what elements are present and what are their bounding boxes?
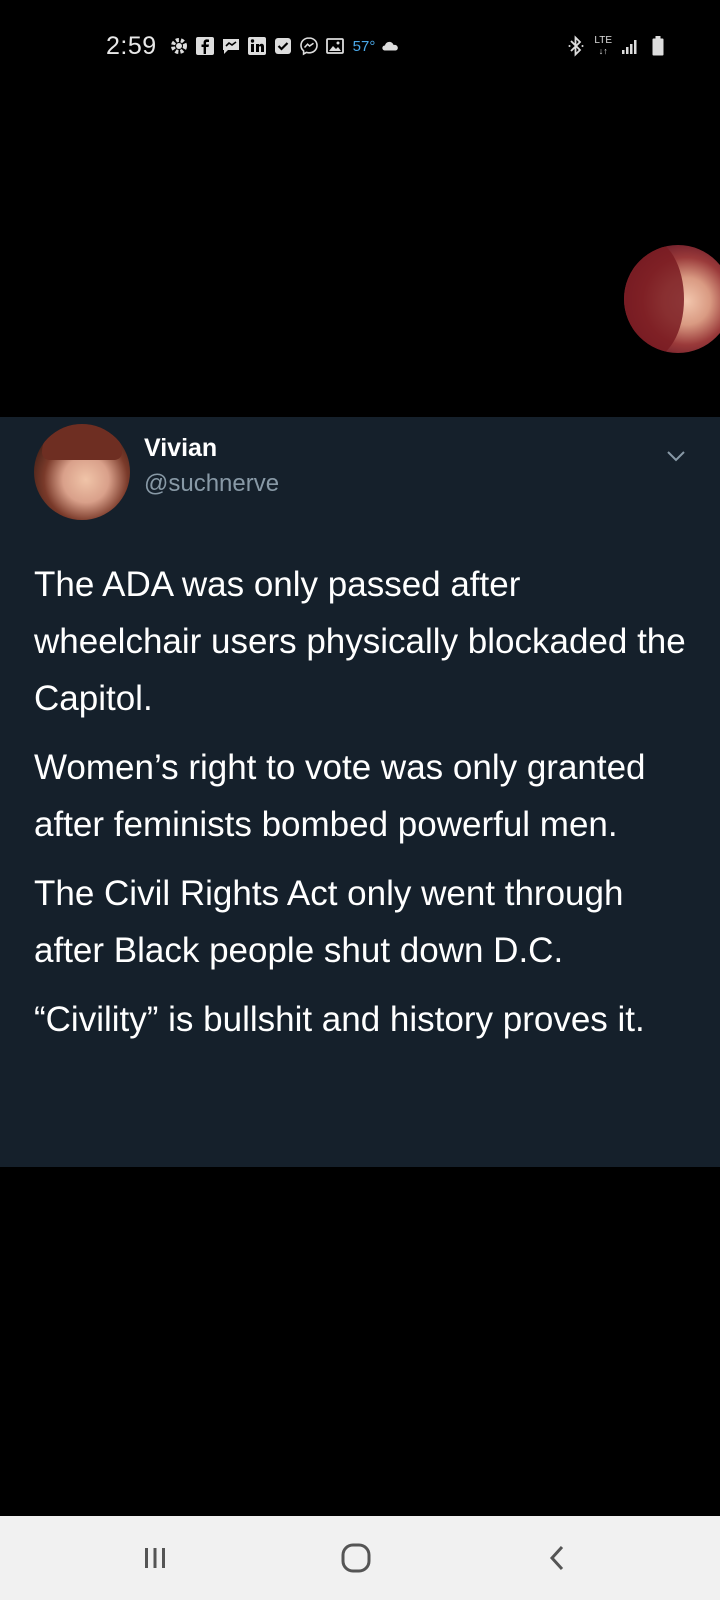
- bluetooth-icon: [566, 35, 586, 57]
- messages-icon: [221, 36, 241, 56]
- signal-icon: [620, 36, 640, 56]
- back-icon: [549, 1545, 564, 1571]
- linkedin-icon: [247, 36, 267, 56]
- avatar-photo: [42, 424, 122, 460]
- status-bar: 2:59 57° LTE ↓↑: [0, 28, 720, 64]
- author-name[interactable]: Vivian: [144, 434, 217, 463]
- checkbox-icon: [273, 36, 293, 56]
- status-bar-left: 2:59 57°: [106, 28, 401, 64]
- recent-apps-button[interactable]: [133, 1536, 177, 1580]
- status-time: 2:59: [106, 31, 157, 60]
- home-button[interactable]: [334, 1536, 378, 1580]
- settings-icon: [169, 36, 189, 56]
- network-type-label: LTE: [594, 34, 612, 46]
- battery-icon: [648, 36, 668, 56]
- messenger-icon: [299, 36, 319, 56]
- author-avatar[interactable]: [34, 424, 130, 520]
- tweet-paragraph: The Civil Rights Act only went through a…: [34, 874, 624, 970]
- tweet-paragraph: “Civility” is bullshit and history prove…: [34, 1000, 645, 1039]
- chevron-down-icon[interactable]: [664, 444, 688, 468]
- network-type: LTE ↓↑: [594, 34, 612, 57]
- recent-apps-icon: [145, 1548, 165, 1568]
- home-icon: [341, 1543, 371, 1573]
- chat-head-photo: [624, 245, 684, 353]
- tweet-text: The ADA was only passed after wheelchair…: [34, 556, 694, 1060]
- navigation-bar: [0, 1516, 720, 1600]
- back-button[interactable]: [536, 1536, 580, 1580]
- chat-head-avatar[interactable]: [624, 245, 720, 353]
- tweet-paragraph: The ADA was only passed after wheelchair…: [34, 565, 686, 718]
- facebook-icon: [195, 36, 215, 56]
- gallery-icon: [325, 36, 345, 56]
- cloud-icon: [381, 36, 401, 56]
- weather-temperature: 57°: [352, 37, 376, 55]
- tweet-paragraph: Women’s right to vote was only granted a…: [34, 748, 646, 844]
- author-handle[interactable]: @suchnerve: [144, 470, 279, 498]
- data-arrows-icon: ↓↑: [598, 45, 608, 56]
- status-bar-right: LTE ↓↑: [566, 28, 668, 64]
